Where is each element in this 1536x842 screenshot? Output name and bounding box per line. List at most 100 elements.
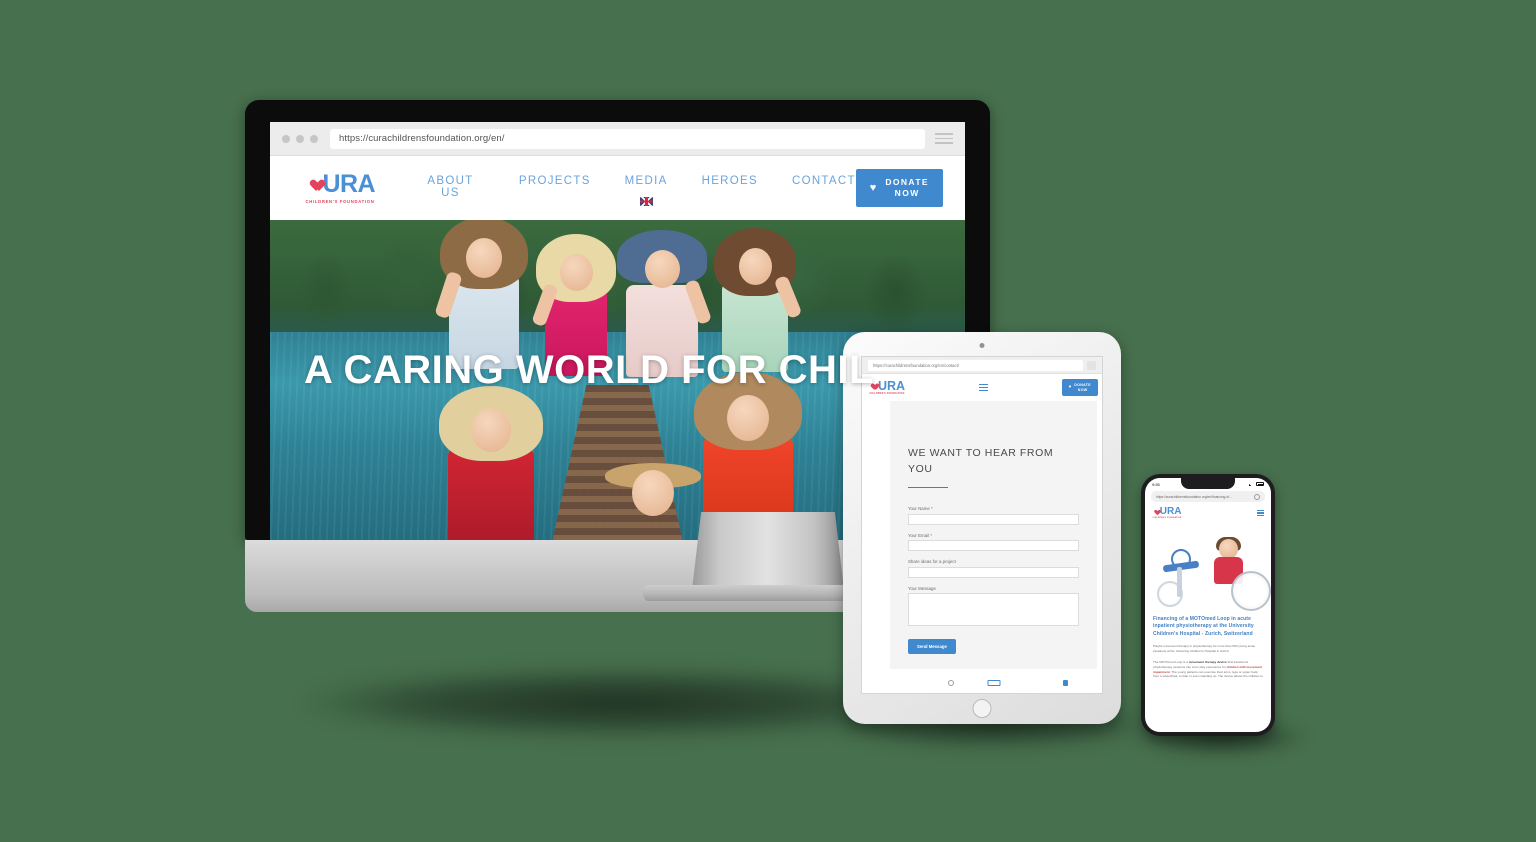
nav-item-contact[interactable]: CONTACT xyxy=(792,171,856,187)
para2-text-3: . The young patients can exercise their … xyxy=(1153,669,1263,679)
tablet-screen: https://curachildrensfoundation.org/en/c… xyxy=(861,356,1103,694)
tablet-mockup: https://curachildrensfoundation.org/en/c… xyxy=(843,332,1121,724)
hamburger-icon xyxy=(979,384,989,391)
address-bar[interactable]: https://curachildrensfoundation.org/en/ xyxy=(330,128,925,149)
url-text: https://curachildrensfoundation.org/en/ xyxy=(339,133,505,144)
para2-text-1: The MOTOmed Loop is a xyxy=(1153,659,1189,664)
nav-item-about-us[interactable]: ABOUT US xyxy=(416,171,485,199)
close-dot-icon[interactable] xyxy=(282,134,290,143)
tablet-browser-menu-icon[interactable] xyxy=(1087,360,1096,370)
field-label-text: Your Name xyxy=(908,506,930,512)
field-your-email: Your Email * xyxy=(908,533,1079,552)
your-message-textarea[interactable] xyxy=(908,593,1079,627)
tablet-browser-chrome: https://curachildrensfoundation.org/en/c… xyxy=(862,357,1102,374)
circle-icon[interactable] xyxy=(947,680,954,686)
tablet-menu-button[interactable] xyxy=(910,384,1058,391)
monitor-stand-neck xyxy=(692,512,844,590)
head xyxy=(559,254,593,291)
contact-form-panel: WE WANT TO HEAR FROM YOU Your Name * You… xyxy=(890,401,1097,669)
rectangle-icon[interactable] xyxy=(987,680,1000,686)
phone-hero-image xyxy=(1145,521,1271,611)
phone-site-header: CURA CHILDREN'S FOUNDATION xyxy=(1145,505,1271,521)
nav-label: ABOUT US xyxy=(427,174,474,199)
tablet-home-button[interactable] xyxy=(972,699,992,718)
para2-bold-1: movement therapy device xyxy=(1188,659,1227,664)
head xyxy=(727,395,769,441)
article-paragraph-1: Playful movement therapy in physiotherap… xyxy=(1153,643,1256,653)
status-time: 9:55 xyxy=(1152,481,1160,487)
send-message-button[interactable]: Send Message xyxy=(908,639,956,655)
maximize-dot-icon[interactable] xyxy=(310,134,318,143)
logo-word-text: URA xyxy=(322,170,376,198)
donate-now-button[interactable]: ♥ DONATE NOW xyxy=(855,168,943,208)
project-ideas-input[interactable] xyxy=(908,566,1079,578)
donate-button-label: DONATE NOW xyxy=(885,177,929,200)
site-logo[interactable]: CURA CHILDREN'S FOUNDATION xyxy=(300,170,380,205)
logo-tagline: CHILDREN'S FOUNDATION xyxy=(869,393,905,396)
field-your-name: Your Name * xyxy=(908,506,1079,525)
nav-item-projects[interactable]: PROJECTS xyxy=(519,171,591,187)
reload-icon[interactable] xyxy=(1254,493,1260,500)
nav-item-heroes[interactable]: HEROES xyxy=(702,171,758,187)
tablet-camera-icon xyxy=(979,343,985,348)
required-marker: * xyxy=(931,506,933,512)
phone-menu-button[interactable] xyxy=(1257,510,1264,516)
motomed-device xyxy=(1155,545,1210,607)
phone-screen: 9:55 https://curachildrensfoundation.org… xyxy=(1145,478,1271,732)
field-label-text: Your Message xyxy=(908,585,936,591)
tablet-donate-now-button[interactable]: ♥ DONATE NOW xyxy=(1061,378,1098,397)
donate-line-1: DONATE xyxy=(885,176,929,187)
phone-status-bar: 9:55 xyxy=(1145,478,1271,490)
field-label: Share ideas for a project xyxy=(908,559,1079,564)
head xyxy=(738,248,772,285)
your-name-input[interactable] xyxy=(908,513,1079,525)
donate-line-1: DONATE xyxy=(1074,382,1091,387)
contact-form: WE WANT TO HEAR FROM YOU Your Name * You… xyxy=(890,401,1097,655)
nav-label: PROJECTS xyxy=(518,174,591,187)
logo-word-text: URA xyxy=(877,378,906,393)
head xyxy=(1219,539,1238,559)
donate-button-label: DONATE NOW xyxy=(1074,383,1091,392)
phone-site-logo[interactable]: CURA CHILDREN'S FOUNDATION xyxy=(1152,505,1182,520)
logo-tagline: CHILDREN'S FOUNDATION xyxy=(305,199,375,204)
field-project-ideas: Share ideas for a project xyxy=(908,559,1079,578)
logo-wordmark: CURA xyxy=(1153,505,1182,517)
logo-word-text: URA xyxy=(1159,505,1182,517)
nav-item-media[interactable]: MEDIA xyxy=(625,171,668,206)
tablet-address-bar[interactable]: https://curachildrensfoundation.org/en/c… xyxy=(868,359,1083,371)
battery-icon xyxy=(1256,482,1264,486)
article-paragraph-2: The MOTOmed Loop is a movement therapy d… xyxy=(1153,660,1263,680)
site-header: CURA CHILDREN'S FOUNDATION ABOUT US PROJ… xyxy=(270,156,965,220)
logo-wordmark: CURA xyxy=(869,380,905,393)
nav-label: CONTACT xyxy=(791,174,856,187)
logo-tagline: CHILDREN'S FOUNDATION xyxy=(1152,517,1182,520)
tablet-page-body: WE WANT TO HEAR FROM YOU Your Name * You… xyxy=(862,401,1102,693)
tablet-site-header: CURA CHILDREN'S FOUNDATION ♥ DONATE NOW xyxy=(862,374,1102,401)
field-label: Your Name * xyxy=(908,506,1079,511)
field-label-text: Your Email xyxy=(908,532,930,538)
phone-mockup: 9:55 https://curachildrensfoundation.org… xyxy=(1141,474,1275,736)
browser-menu-icon[interactable] xyxy=(935,133,953,144)
phone-address-bar[interactable]: https://curachildrensfoundation.org/en/f… xyxy=(1151,491,1265,502)
heart-icon: ♥ xyxy=(1068,384,1072,390)
contact-form-heading: WE WANT TO HEAR FROM YOU xyxy=(908,447,1054,476)
hero-child-7 xyxy=(604,462,702,516)
minimize-dot-icon[interactable] xyxy=(296,134,304,143)
heart-icon xyxy=(308,175,321,187)
device-post xyxy=(1177,567,1182,597)
uk-flag-icon[interactable] xyxy=(639,196,653,206)
head xyxy=(466,238,502,278)
square-icon[interactable] xyxy=(1063,680,1069,686)
your-email-input[interactable] xyxy=(908,540,1079,552)
heading-underline xyxy=(908,486,948,489)
hero-forest-backdrop xyxy=(270,220,965,340)
donate-line-2: NOW xyxy=(1077,387,1088,392)
head xyxy=(471,408,511,452)
heart-icon xyxy=(1154,508,1160,513)
hero-title: A CARING WORLD FOR CHIL xyxy=(304,348,874,392)
shirt xyxy=(448,448,534,540)
field-your-message: Your Message xyxy=(908,586,1079,627)
scene: https://curachildrensfoundation.org/en/ … xyxy=(0,0,1536,842)
window-controls[interactable] xyxy=(282,134,318,143)
field-label: Your Message xyxy=(908,586,1079,591)
